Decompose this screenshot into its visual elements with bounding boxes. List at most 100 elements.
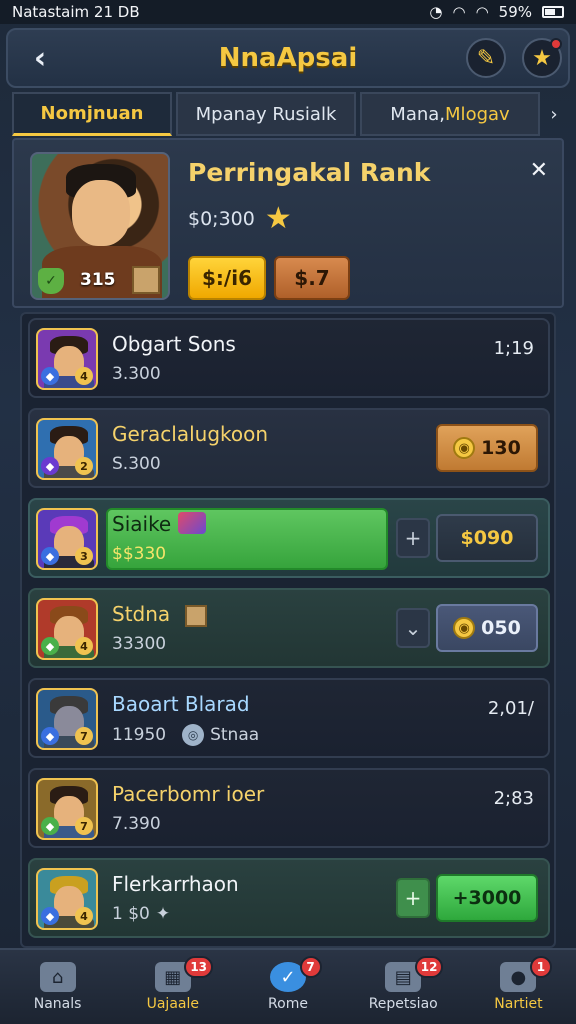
list-item[interactable]: ◆ 4 Stdna 33300 ⌄ ◉ 050	[28, 588, 550, 668]
badge-icon: ◆	[41, 907, 59, 925]
badge-icon: ◆	[41, 637, 59, 655]
reward-button[interactable]: +3000	[436, 874, 538, 922]
player-name: Obgart Sons	[112, 332, 236, 356]
rank-badge: 7	[75, 727, 93, 745]
player-score: 7.390	[112, 814, 161, 834]
player-rank-title: Perringakal Rank	[188, 158, 431, 187]
shield-icon: ✓	[38, 268, 64, 294]
avatar: ◆ 3	[36, 508, 98, 570]
player-stat: 2;83	[493, 788, 534, 809]
tab-nomjnuan[interactable]: Nomjnuan	[12, 92, 172, 136]
page-title: NnaApsai	[218, 43, 358, 73]
globe-icon: ◎	[182, 724, 205, 746]
nav-item-repetsiao[interactable]: ▤ 12 Repetsiao	[346, 950, 461, 1024]
money-value: $0;300	[188, 208, 255, 230]
rank-badge: 7	[75, 817, 93, 835]
tab-mana-mlogav[interactable]: Mana, Mlogav	[360, 92, 540, 136]
avatar: ◆ 4	[36, 868, 98, 930]
back-button[interactable]: ‹	[22, 40, 58, 76]
player-score: 1 $0 ✦	[112, 904, 171, 924]
pin-button[interactable]: ✕	[530, 158, 548, 183]
player-level: 315	[80, 270, 116, 290]
battery-icon	[542, 6, 564, 18]
bottom-nav: ⌂ Nanals ▦ 13 Uajaale ✓ 7 Rome ▤ 12 Repe…	[0, 948, 576, 1024]
plus-icon: +	[404, 526, 422, 550]
app-header: ‹ NnaApsai ✎ ★	[6, 28, 570, 88]
nav-item-uajaale[interactable]: ▦ 13 Uajaale	[115, 950, 230, 1024]
avatar: ◆ 4	[36, 598, 98, 660]
player-money: $0;300 ★	[188, 204, 292, 234]
tab-label-highlight: Mlogav	[445, 103, 510, 125]
nav-item-nanals[interactable]: ⌂ Nanals	[0, 950, 115, 1024]
avatar: ◆ 7	[36, 688, 98, 750]
nav-badge: 13	[184, 956, 214, 978]
expand-button[interactable]: ⌄	[396, 608, 430, 648]
wifi-icon: ◠	[452, 3, 466, 21]
status-icons: ◔ ◠ ◠ 59%	[429, 3, 564, 21]
player-score: $$330	[112, 544, 167, 564]
player-name: Baoart Blarad	[112, 692, 250, 716]
add-button[interactable]: +	[396, 518, 430, 558]
leaderboard-list: ◆ 4 Obgart Sons 3.300 1;19 ◆ 2 Geraclalu…	[20, 312, 556, 948]
player-name: Pacerbomr ioer	[112, 782, 265, 806]
list-item[interactable]: ◆ 4 Obgart Sons 3.300 1;19	[28, 318, 550, 398]
chevron-left-icon: ‹	[33, 40, 47, 76]
signal-icon: ◠	[475, 3, 489, 21]
status-bar: Natastaim 21 DB ◔ ◠ ◠ 59%	[0, 0, 576, 24]
gem-icon	[178, 512, 206, 534]
rank-badge: 3	[75, 547, 93, 565]
quill-icon: ✎	[476, 45, 496, 71]
player-name: Flerkarrhaon	[112, 872, 239, 896]
edit-button[interactable]: ✎	[466, 38, 506, 78]
nav-item-nartiet[interactable]: ● 1 Nartiet	[461, 950, 576, 1024]
rank-badge: 2	[75, 457, 93, 475]
badge-icon: ◆	[41, 817, 59, 835]
pin-icon: ✕	[529, 158, 548, 183]
tab-label: Mpanay Rusialk	[195, 103, 337, 125]
player-stat: 1;19	[493, 338, 534, 359]
reward-button[interactable]: $090	[436, 514, 538, 562]
list-item[interactable]: ◆ 7 Baoart Blarad 11950 ◎ Stnaa 2,01/	[28, 678, 550, 758]
coin-icon: ◉	[453, 437, 476, 459]
list-item[interactable]: ◆ 4 Flerkarrhaon 1 $0 ✦ + +3000	[28, 858, 550, 938]
list-item[interactable]: ◆ 2 Geraclalugkoon S.300 ◉ 130	[28, 408, 550, 488]
status-text: Natastaim 21 DB	[12, 3, 140, 21]
chevron-down-icon: ⌄	[404, 616, 422, 640]
avatar: ◆ 2	[36, 418, 98, 480]
nav-badge: 12	[414, 956, 444, 978]
nav-item-rome[interactable]: ✓ 7 Rome	[230, 950, 345, 1024]
alarm-icon: ◔	[429, 3, 443, 21]
battery-text: 59%	[498, 3, 532, 21]
reward-button-brown[interactable]: $.7	[274, 256, 350, 300]
star-icon: ★	[264, 201, 292, 236]
player-score: S.300	[112, 454, 161, 474]
list-item[interactable]: ◆ 7 Pacerbomr ioer 7.390 2;83	[28, 768, 550, 848]
tab-label: Nomjnuan	[40, 103, 144, 124]
tab-bar: Nomjnuan Mpanay Rusialk Mana, Mlogav ›	[12, 92, 564, 136]
home-icon: ⌂	[39, 962, 76, 992]
reward-button[interactable]: ◉ 050	[436, 604, 538, 652]
favorites-button[interactable]: ★	[522, 38, 562, 78]
badge-icon: ◆	[41, 367, 59, 385]
tab-mpanay-rusialk[interactable]: Mpanay Rusialk	[176, 92, 356, 136]
tab-scroll-button[interactable]: ›	[544, 92, 564, 136]
reward-button[interactable]: ◉ 130	[436, 424, 538, 472]
add-button[interactable]: +	[396, 878, 430, 918]
list-item[interactable]: ◆ 3 Siaike $$330 + $090	[28, 498, 550, 578]
coin-icon: ◉	[453, 617, 476, 639]
plus-icon: +	[404, 886, 422, 910]
player-score: 3.300	[112, 364, 161, 384]
player-name: Siaike	[112, 512, 172, 536]
notification-dot	[550, 38, 562, 50]
player-avatar: ✓ 315	[30, 152, 170, 300]
player-name: Geraclalugkoon	[112, 422, 269, 446]
rank-badge: 4	[75, 907, 93, 925]
rank-badge: 4	[75, 367, 93, 385]
player-score: 11950 ◎ Stnaa	[112, 724, 260, 746]
player-name: Stdna	[112, 602, 207, 627]
avatar: ◆ 4	[36, 328, 98, 390]
reward-button-yellow[interactable]: $:/i6	[188, 256, 266, 300]
player-profile-card: ✓ 315 Perringakal Rank $0;300 ★ $:/i6 $.…	[12, 138, 564, 308]
rank-badge: 4	[75, 637, 93, 655]
sparkle-icon: ✦	[155, 904, 171, 924]
